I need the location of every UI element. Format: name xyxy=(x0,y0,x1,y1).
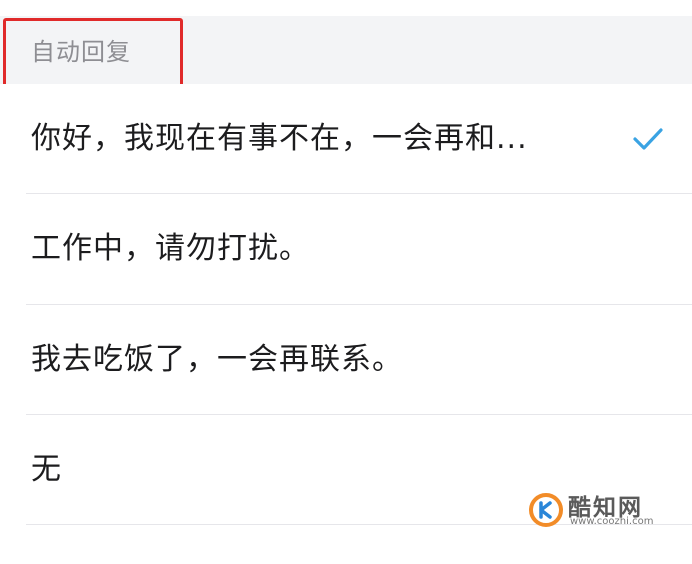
option-label: 你好，我现在有事不在，一会再和... xyxy=(31,121,528,156)
top-strip xyxy=(0,0,692,16)
option-label: 我去吃饭了，一会再联系。 xyxy=(31,342,403,377)
auto-reply-option-1[interactable]: 你好，我现在有事不在，一会再和... xyxy=(0,84,692,194)
option-label: 无 xyxy=(31,452,62,487)
checkmark-icon xyxy=(633,128,663,150)
auto-reply-option-3[interactable]: 我去吃饭了，一会再联系。 xyxy=(0,305,692,415)
divider xyxy=(26,524,692,525)
section-title: 自动回复 xyxy=(31,38,131,66)
auto-reply-option-4[interactable]: 无 xyxy=(0,415,692,525)
auto-reply-option-2[interactable]: 工作中，请勿打扰。 xyxy=(0,194,692,304)
auto-reply-settings-screen: 自动回复 你好，我现在有事不在，一会再和... 工作中，请勿打扰。 我去吃饭了，… xyxy=(0,0,692,564)
option-label: 工作中，请勿打扰。 xyxy=(31,231,310,266)
